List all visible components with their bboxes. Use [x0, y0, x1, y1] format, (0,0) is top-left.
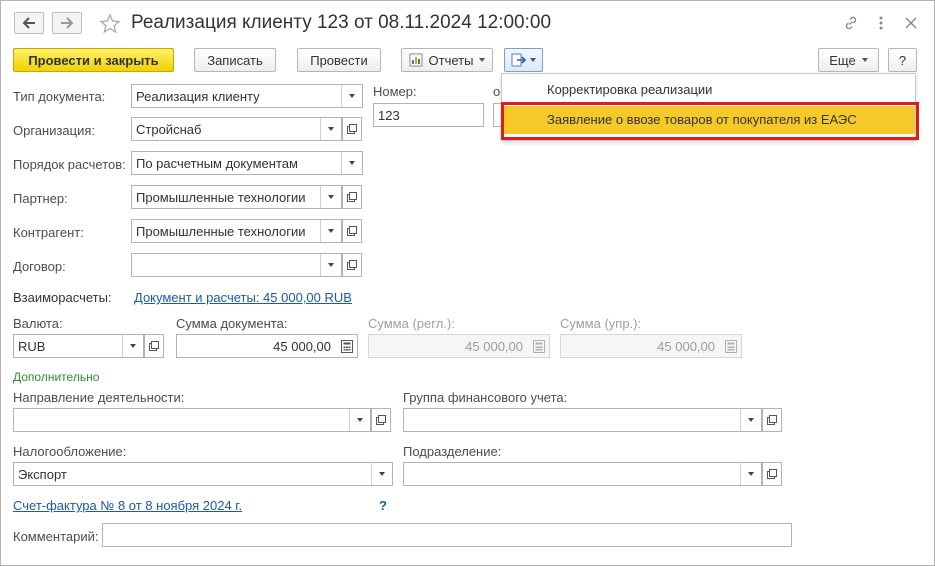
reports-button[interactable]: Отчеты	[401, 48, 493, 72]
open-icon	[347, 226, 357, 236]
chevron-down-icon[interactable]	[371, 463, 392, 485]
taxation-label: Налогообложение:	[13, 444, 127, 459]
open-icon	[347, 192, 357, 202]
doc-type-select[interactable]: Реализация клиенту	[131, 84, 363, 108]
more-label: Еще	[829, 52, 856, 68]
page-title: Реализация клиенту 123 от 08.11.2024 12:…	[131, 12, 552, 33]
chevron-down-icon	[479, 58, 486, 62]
create-based-on-icon	[511, 53, 527, 67]
currency-label: Валюта:	[13, 316, 63, 331]
number-field[interactable]: 123	[373, 103, 484, 127]
open-icon	[149, 341, 159, 351]
fin-group-label: Группа финансового учета:	[403, 390, 568, 405]
help-button[interactable]: ?	[888, 48, 917, 72]
taxation-select[interactable]: Экспорт	[13, 462, 393, 486]
forward-arrow-icon	[61, 17, 74, 29]
activity-label: Направление деятельности:	[13, 390, 185, 405]
comment-label: Комментарий:	[13, 529, 99, 544]
post-button[interactable]: Провести	[297, 48, 381, 72]
favorite-star-icon[interactable]	[99, 13, 121, 38]
more-button[interactable]: Еще	[818, 48, 879, 72]
chevron-down-icon[interactable]	[349, 409, 370, 431]
partner-field[interactable]: Промышленные технологии	[131, 185, 342, 209]
open-icon	[347, 124, 357, 134]
contract-field[interactable]	[131, 253, 342, 277]
highlight-outline	[501, 102, 919, 140]
department-field[interactable]	[403, 462, 762, 486]
back-button[interactable]	[14, 12, 44, 34]
calculator-icon[interactable]	[337, 335, 357, 357]
department-open-button[interactable]	[762, 462, 782, 486]
open-icon	[767, 469, 777, 479]
more-vertical-icon[interactable]	[872, 14, 890, 32]
chevron-down-icon[interactable]	[341, 85, 362, 107]
fin-group-field[interactable]	[403, 408, 762, 432]
post-and-close-button[interactable]: Провести и закрыть	[13, 48, 174, 72]
calculator-icon	[721, 335, 741, 357]
fin-group-open-button[interactable]	[762, 408, 782, 432]
org-open-button[interactable]	[342, 117, 362, 141]
payment-order-select[interactable]: По расчетным документам	[131, 151, 363, 175]
counterparty-label: Контрагент:	[13, 225, 84, 240]
org-label: Организация:	[13, 123, 96, 138]
chevron-down-icon[interactable]	[320, 220, 341, 242]
invoice-link[interactable]: Счет-фактура № 8 от 8 ноября 2024 г.	[13, 498, 242, 513]
doc-type-label: Тип документа:	[13, 89, 106, 104]
sum-mgmt-field: 45 000,00	[560, 334, 742, 358]
org-field[interactable]: Стройснаб	[131, 117, 342, 141]
invoice-help-link[interactable]: ?	[379, 498, 387, 513]
department-label: Подразделение:	[403, 444, 502, 459]
date-label: о	[493, 84, 501, 99]
reports-label: Отчеты	[428, 52, 474, 68]
partner-label: Партнер:	[13, 191, 68, 206]
menu-item-correction[interactable]: Корректировка реализации	[502, 76, 915, 104]
doc-sum-label: Сумма документа:	[176, 316, 288, 331]
back-arrow-icon	[22, 17, 35, 29]
chevron-down-icon[interactable]	[740, 409, 761, 431]
report-icon	[409, 53, 423, 67]
open-icon	[347, 260, 357, 270]
close-icon[interactable]	[902, 14, 920, 32]
chevron-down-icon[interactable]	[320, 186, 341, 208]
forward-button[interactable]	[52, 12, 82, 34]
sum-reg-field: 45 000,00	[368, 334, 550, 358]
chevron-down-icon	[861, 58, 868, 62]
currency-open-button[interactable]	[144, 334, 164, 358]
counterparty-field[interactable]: Промышленные технологии	[131, 219, 342, 243]
activity-field[interactable]	[13, 408, 371, 432]
comment-field[interactable]	[102, 523, 792, 547]
settlements-label: Взаиморасчеты:	[13, 290, 112, 305]
sum-mgmt-label: Сумма (упр.):	[560, 316, 642, 331]
doc-sum-field[interactable]: 45 000,00	[176, 334, 358, 358]
calculator-icon	[529, 335, 549, 357]
contract-label: Договор:	[13, 259, 66, 274]
chevron-down-icon[interactable]	[740, 463, 761, 485]
payment-order-label: Порядок расчетов:	[13, 157, 126, 172]
chevron-down-icon[interactable]	[320, 254, 341, 276]
link-icon[interactable]	[842, 14, 860, 32]
activity-open-button[interactable]	[371, 408, 391, 432]
partner-open-button[interactable]	[342, 185, 362, 209]
open-icon	[767, 415, 777, 425]
create-based-on-button[interactable]	[504, 48, 543, 72]
settlements-link[interactable]: Документ и расчеты: 45 000,00 RUB	[134, 290, 352, 305]
contract-open-button[interactable]	[342, 253, 362, 277]
chevron-down-icon[interactable]	[341, 152, 362, 174]
additional-section-title[interactable]: Дополнительно	[13, 370, 99, 384]
sum-reg-label: Сумма (регл.):	[368, 316, 455, 331]
counterparty-open-button[interactable]	[342, 219, 362, 243]
number-label: Номер:	[373, 84, 417, 99]
chevron-down-icon	[530, 58, 536, 62]
chevron-down-icon[interactable]	[320, 118, 341, 140]
chevron-down-icon[interactable]	[122, 335, 143, 357]
currency-field[interactable]: RUB	[13, 334, 144, 358]
open-icon	[376, 415, 386, 425]
save-button[interactable]: Записать	[194, 48, 276, 72]
